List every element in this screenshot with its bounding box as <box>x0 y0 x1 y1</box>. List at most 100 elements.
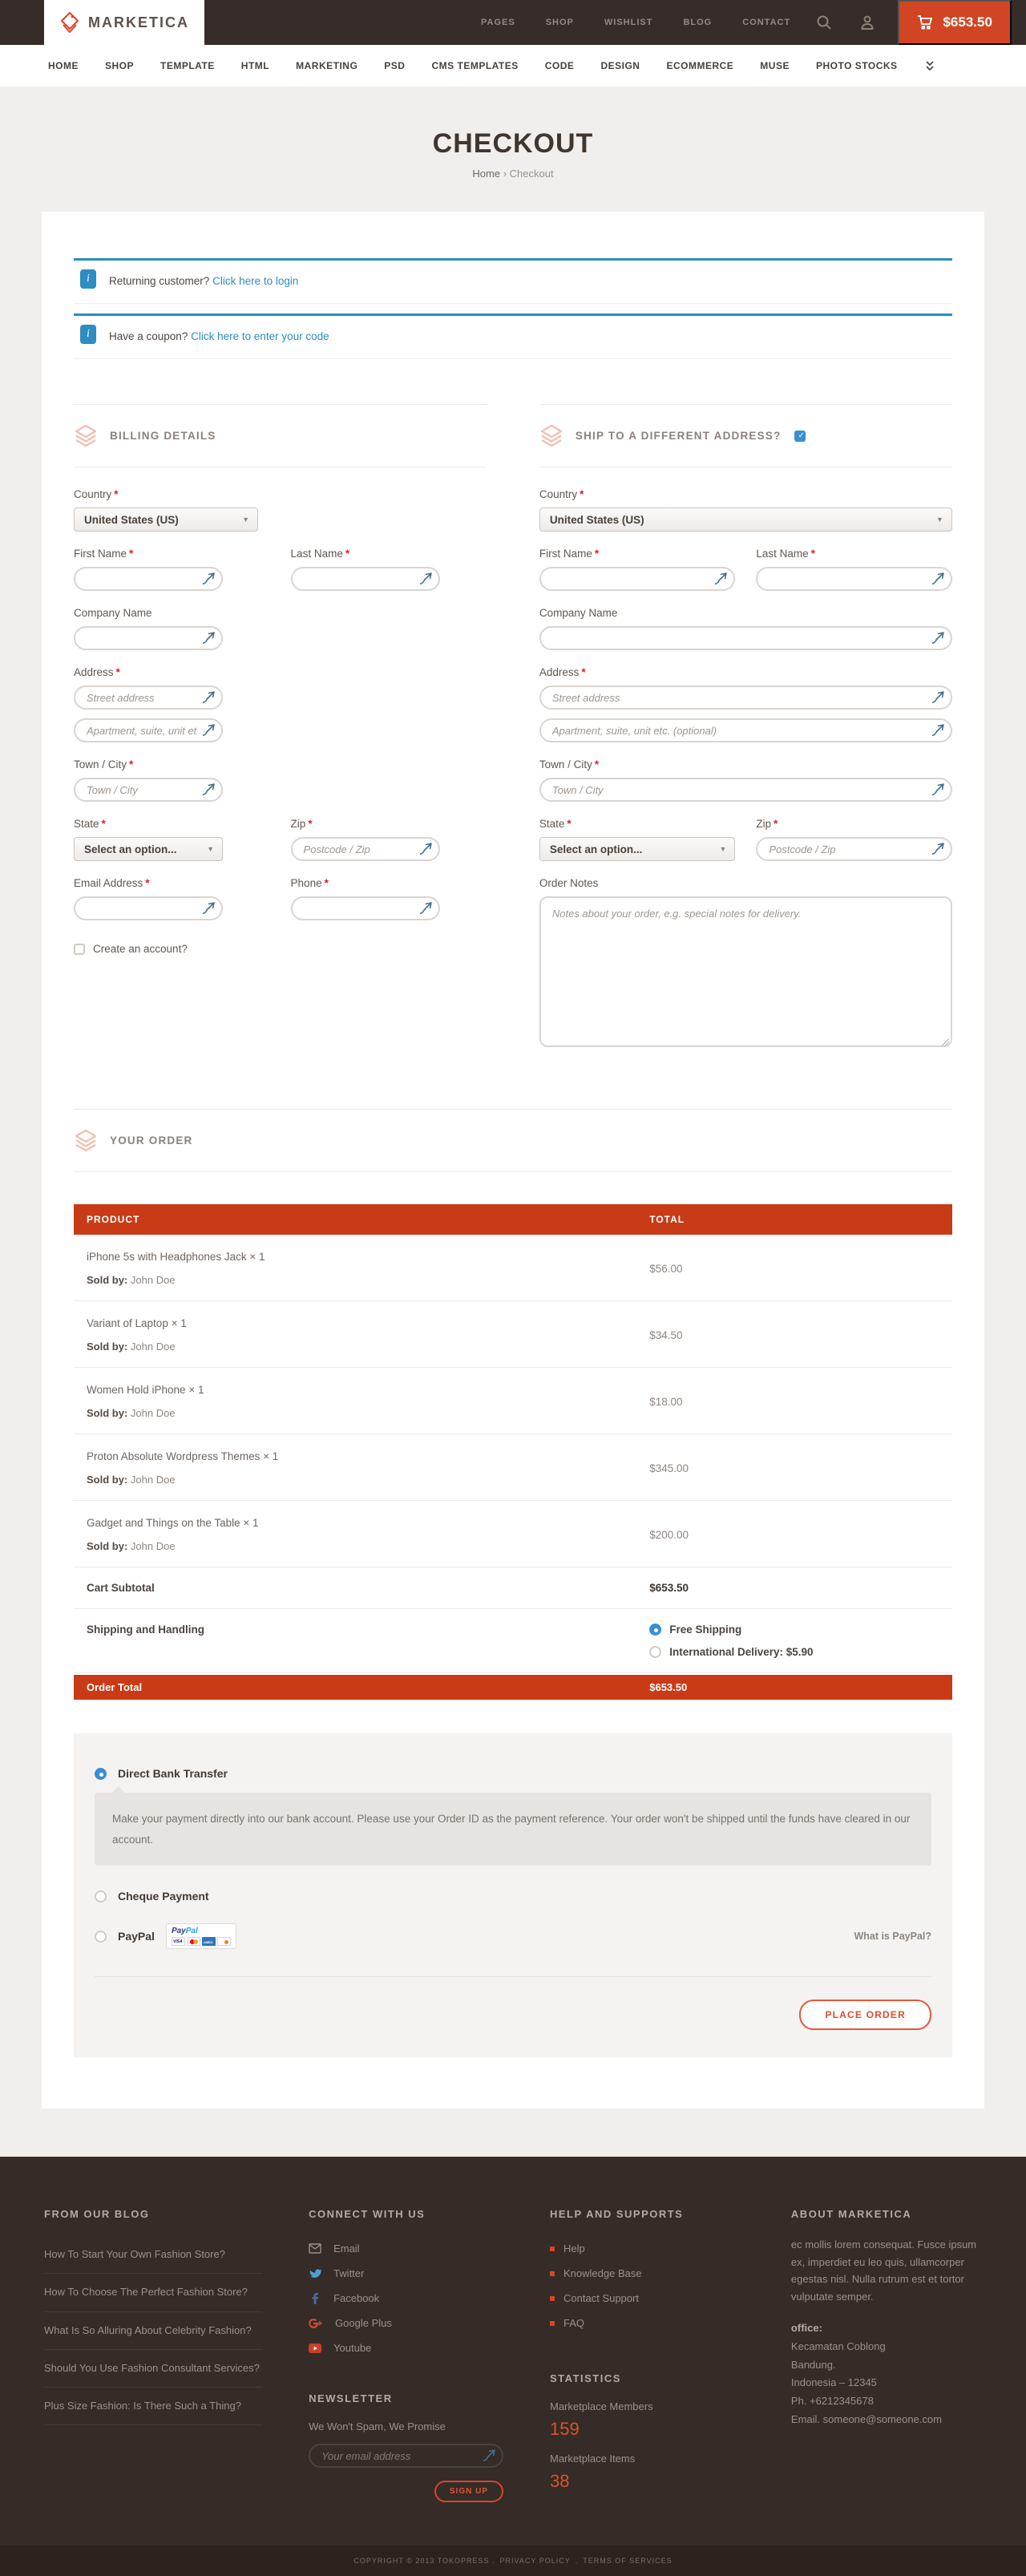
place-order-button[interactable]: PLACE ORDER <box>799 2000 931 2030</box>
billing-city-input[interactable] <box>74 778 223 802</box>
nav-cms-templates[interactable]: CMS TEMPLATES <box>431 60 518 71</box>
cheque-payment-radio[interactable] <box>95 1891 107 1903</box>
nav-shop[interactable]: SHOP <box>105 60 134 71</box>
nav-photo-stocks[interactable]: PHOTO STOCKS <box>816 60 898 71</box>
billing-company-input[interactable] <box>74 626 223 650</box>
billing-last-name-input[interactable] <box>291 567 440 591</box>
blog-post-link[interactable]: How To Choose The Perfect Fashion Store? <box>44 2274 262 2311</box>
top-nav-wishlist[interactable]: WISHLIST <box>604 18 653 27</box>
login-link[interactable]: Click here to login <box>212 275 298 287</box>
social-facebook-link[interactable]: Facebook <box>309 2286 503 2311</box>
shipping-city-input[interactable] <box>539 778 952 802</box>
order-total-row: Order Total $653.50 <box>74 1675 952 1700</box>
social-twitter-link[interactable]: Twitter <box>309 2261 503 2286</box>
create-account-checkbox[interactable] <box>74 944 85 955</box>
youtube-icon <box>309 2343 321 2353</box>
billing-phone-input[interactable] <box>291 896 440 920</box>
your-order-title: YOUR ORDER <box>110 1134 193 1146</box>
select-caret-icon: ▼ <box>936 516 943 524</box>
billing-first-name-input[interactable] <box>74 567 223 591</box>
shipping-zip-input[interactable] <box>756 837 952 861</box>
billing-address2-input[interactable] <box>74 718 223 742</box>
shipping-address1-input[interactable] <box>539 685 952 710</box>
social-google-plus-link[interactable]: Google Plus <box>309 2311 503 2335</box>
footer: FROM OUR BLOG How To Start Your Own Fash… <box>0 2157 1026 2546</box>
blog-post-link[interactable]: How To Start Your Own Fashion Store? <box>44 2236 262 2274</box>
required-asterisk: * <box>129 548 133 560</box>
help-link[interactable]: Knowledge Base <box>550 2261 745 2286</box>
billing-country-select[interactable]: United States (US) ▼ <box>74 508 258 532</box>
required-asterisk: * <box>116 666 120 678</box>
shipping-address2-input[interactable] <box>539 718 952 742</box>
layers-icon <box>75 425 96 447</box>
help-link[interactable]: FAQ <box>550 2311 745 2335</box>
blog-post-link[interactable]: Plus Size Fashion: Is There Such a Thing… <box>44 2388 262 2425</box>
nav-html[interactable]: HTML <box>241 60 269 71</box>
shipping-state-field: State* Select an option... ▼ <box>539 818 736 861</box>
paypal-radio[interactable] <box>95 1931 107 1943</box>
billing-state-select[interactable]: Select an option... ▼ <box>74 837 223 861</box>
nav-template[interactable]: TEMPLATE <box>160 60 215 71</box>
info-icon: i <box>80 325 96 344</box>
seller-name: John Doe <box>131 1407 176 1419</box>
international-delivery-radio[interactable] <box>649 1646 661 1658</box>
shipping-country-field: Country* United States (US) ▼ <box>539 488 952 532</box>
brand-name: MARKETICA <box>88 14 189 31</box>
bank-transfer-radio[interactable] <box>95 1768 107 1780</box>
blog-post-link[interactable]: What Is So Alluring About Celebrity Fash… <box>44 2312 262 2350</box>
shipping-country-select[interactable]: United States (US) ▼ <box>539 508 952 532</box>
ship-to-checkbox[interactable] <box>794 431 806 442</box>
nav-design[interactable]: DESIGN <box>600 60 640 71</box>
cart-button[interactable]: $653.50 <box>898 0 1012 45</box>
newsletter-title: NEWSLETTER <box>309 2392 503 2404</box>
billing-zip-input[interactable] <box>291 837 440 861</box>
shipping-handling-row: Shipping and Handling Free Shipping Inte… <box>74 1609 952 1673</box>
top-nav-blog[interactable]: BLOG <box>683 18 712 27</box>
top-nav-pages[interactable]: PAGES <box>481 18 515 27</box>
nav-marketing[interactable]: MARKETING <box>296 60 357 71</box>
seller-name: John Doe <box>131 1474 176 1486</box>
seller-name: John Doe <box>131 1341 176 1353</box>
nav-home[interactable]: HOME <box>48 60 79 71</box>
social-email-link[interactable]: Email <box>309 2236 503 2261</box>
breadcrumb-home[interactable]: Home <box>472 168 500 180</box>
blog-post-link[interactable]: Should You Use Fashion Consultant Servic… <box>44 2350 262 2388</box>
user-icon[interactable] <box>859 14 875 30</box>
coupon-link[interactable]: Click here to enter your code <box>191 330 329 342</box>
nav-muse[interactable]: MUSE <box>760 60 790 71</box>
shipping-state-select[interactable]: Select an option... ▼ <box>539 837 736 861</box>
order-notes-textarea[interactable] <box>539 896 952 1047</box>
help-link[interactable]: Contact Support <box>550 2286 745 2311</box>
newsletter-email-input[interactable] <box>309 2444 503 2468</box>
shipping-company-input[interactable] <box>539 626 952 650</box>
search-icon[interactable] <box>816 14 832 30</box>
social-youtube-link[interactable]: Youtube <box>309 2335 503 2360</box>
input-arrow-icon <box>419 572 433 589</box>
privacy-policy-link[interactable]: PRIVACY POLICY <box>500 2557 571 2565</box>
shipping-last-name-input[interactable] <box>756 567 952 591</box>
terms-link[interactable]: TERMS OF SERVICES <box>583 2557 672 2565</box>
shipping-first-name-input[interactable] <box>539 567 736 591</box>
free-shipping-radio[interactable] <box>649 1624 661 1636</box>
nav-psd[interactable]: PSD <box>384 60 405 71</box>
select-caret-icon: ▼ <box>242 516 249 524</box>
coupon-text: Have a coupon? <box>109 330 188 342</box>
item-price: $345.00 <box>649 1462 939 1474</box>
nav-code[interactable]: CODE <box>545 60 575 71</box>
visa-card-icon <box>172 1937 185 1946</box>
top-nav-contact[interactable]: CONTACT <box>742 18 790 27</box>
order-table-header: PRODUCT TOTAL <box>74 1204 952 1235</box>
copyright-text: COPYRIGHT © 2013 TOKOPRESS . <box>353 2557 495 2565</box>
input-arrow-icon <box>202 723 216 741</box>
billing-address1-input[interactable] <box>74 685 223 710</box>
what-is-paypal-link[interactable]: What is PayPal? <box>854 1931 931 1942</box>
top-nav-shop[interactable]: SHOP <box>546 18 574 27</box>
brand-logo[interactable]: MARKETICA <box>44 0 204 45</box>
nav-overflow-chevrons-icon[interactable] <box>924 60 935 71</box>
textarea-resize-grip[interactable] <box>941 1038 949 1046</box>
help-link[interactable]: Help <box>550 2236 745 2261</box>
newsletter-signup-button[interactable]: SIGN UP <box>434 2481 503 2502</box>
shipping-handling-label: Shipping and Handling <box>87 1624 649 1658</box>
billing-email-input[interactable] <box>74 896 223 920</box>
nav-ecommerce[interactable]: ECOMMERCE <box>666 60 733 71</box>
